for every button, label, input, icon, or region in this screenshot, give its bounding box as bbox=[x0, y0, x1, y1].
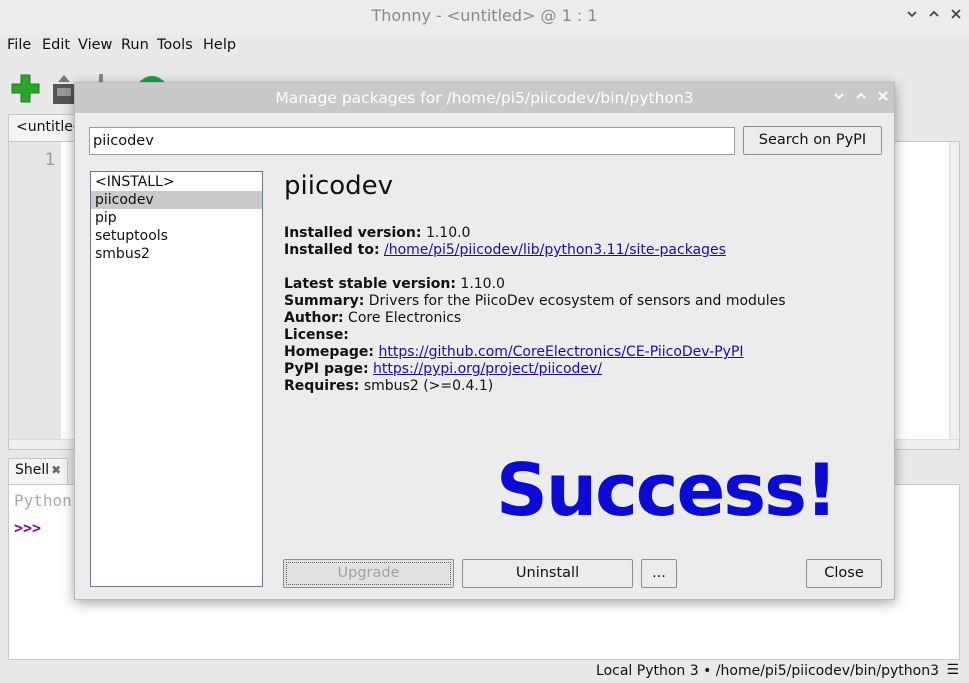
shell-tab-label: Shell bbox=[15, 462, 50, 478]
requires-value: smbus2 (>=0.4.1) bbox=[363, 378, 494, 394]
manage-packages-dialog: Manage packages for /home/pi5/piicodev/b… bbox=[74, 82, 895, 600]
list-item[interactable]: piicodev bbox=[91, 191, 262, 209]
more-options-button[interactable]: ... bbox=[641, 559, 677, 588]
installed-to-link[interactable]: /home/pi5/piicodev/lib/python3.11/site-p… bbox=[384, 242, 726, 258]
installed-version-value: 1.10.0 bbox=[425, 225, 471, 241]
chevron-down-icon[interactable] bbox=[904, 8, 920, 24]
latest-version-row: Latest stable version: 1.10.0 bbox=[284, 276, 505, 292]
summary-label: Summary: bbox=[284, 293, 365, 309]
menu-file[interactable]: File bbox=[7, 37, 31, 53]
line-gutter: 1 bbox=[9, 142, 61, 449]
author-row: Author: Core Electronics bbox=[284, 310, 461, 326]
line-number: 1 bbox=[44, 150, 55, 170]
pypi-page-link[interactable]: https://pypi.org/project/piicodev/ bbox=[373, 361, 602, 377]
chevron-up-icon[interactable] bbox=[853, 90, 869, 106]
menu-help[interactable]: Help bbox=[203, 37, 236, 53]
requires-row: Requires: smbus2 (>=0.4.1) bbox=[284, 378, 493, 394]
homepage-label: Homepage: bbox=[284, 344, 375, 360]
license-label: License: bbox=[284, 327, 349, 343]
pypi-page-row: PyPI page: https://pypi.org/project/piic… bbox=[284, 361, 602, 377]
homepage-link[interactable]: https://github.com/CoreElectronics/CE-Pi… bbox=[378, 344, 743, 360]
window-titlebar: Thonny - <untitled> @ 1 : 1 bbox=[0, 0, 969, 34]
summary-value: Drivers for the PiicoDev ecosystem of se… bbox=[368, 293, 786, 309]
installed-version-row: Installed version: 1.10.0 bbox=[284, 225, 470, 241]
installed-version-label: Installed version: bbox=[284, 225, 422, 241]
author-value: Core Electronics bbox=[348, 310, 462, 326]
menubar: File Edit View Run Tools Help bbox=[0, 34, 969, 58]
close-icon[interactable] bbox=[948, 8, 964, 24]
shell-banner: Python bbox=[14, 491, 72, 510]
installed-to-label: Installed to: bbox=[284, 242, 380, 258]
pypi-page-label: PyPI page: bbox=[284, 361, 369, 377]
shell-prompt: >>> bbox=[14, 519, 42, 537]
tab-shell[interactable]: Shell ✖ bbox=[8, 458, 68, 484]
uninstall-button[interactable]: Uninstall bbox=[462, 559, 633, 588]
editor-vertical-scrollbar[interactable] bbox=[949, 142, 959, 449]
search-pypi-button[interactable]: Search on PyPI bbox=[743, 126, 882, 155]
requires-label: Requires: bbox=[284, 378, 360, 394]
list-item[interactable]: pip bbox=[91, 209, 262, 227]
list-item[interactable]: setuptools bbox=[91, 227, 262, 245]
menu-edit[interactable]: Edit bbox=[42, 37, 70, 53]
dialog-title: Manage packages for /home/pi5/piicodev/b… bbox=[275, 89, 694, 107]
hamburger-menu-icon[interactable]: ☰ bbox=[946, 662, 959, 678]
installed-to-row: Installed to: /home/pi5/piicodev/lib/pyt… bbox=[284, 242, 726, 258]
dialog-titlebar: Manage packages for /home/pi5/piicodev/b… bbox=[75, 83, 894, 113]
package-search-input[interactable] bbox=[89, 127, 735, 155]
list-item[interactable]: <INSTALL> bbox=[91, 173, 262, 191]
package-name-heading: piicodev bbox=[284, 171, 394, 201]
interpreter-status[interactable]: Local Python 3 • /home/pi5/piicodev/bin/… bbox=[596, 663, 939, 679]
package-list[interactable]: <INSTALL> piicodev pip setuptools smbus2 bbox=[90, 171, 263, 587]
statusbar: Local Python 3 • /home/pi5/piicodev/bin/… bbox=[0, 660, 969, 683]
homepage-row: Homepage: https://github.com/CoreElectro… bbox=[284, 344, 744, 360]
success-overlay-text: Success! bbox=[496, 448, 838, 532]
menu-view[interactable]: View bbox=[78, 37, 112, 53]
license-row: License: bbox=[284, 327, 349, 343]
author-label: Author: bbox=[284, 310, 344, 326]
summary-row: Summary: Drivers for the PiicoDev ecosys… bbox=[284, 293, 786, 309]
chevron-up-icon[interactable] bbox=[926, 8, 942, 24]
chevron-down-icon[interactable] bbox=[831, 90, 847, 106]
close-button[interactable]: Close bbox=[806, 559, 882, 588]
close-icon[interactable] bbox=[875, 90, 891, 106]
window-title: Thonny - <untitled> @ 1 : 1 bbox=[371, 6, 598, 25]
close-icon[interactable]: ✖ bbox=[51, 463, 61, 477]
upgrade-button[interactable]: Upgrade bbox=[283, 559, 454, 588]
latest-version-value: 1.10.0 bbox=[460, 276, 505, 292]
menu-tools[interactable]: Tools bbox=[157, 37, 193, 53]
tab-untitled[interactable]: <untitled> bbox=[8, 114, 93, 142]
latest-version-label: Latest stable version: bbox=[284, 276, 456, 292]
menu-run[interactable]: Run bbox=[121, 37, 149, 53]
list-item[interactable]: smbus2 bbox=[91, 245, 262, 263]
new-file-icon[interactable] bbox=[9, 72, 43, 106]
